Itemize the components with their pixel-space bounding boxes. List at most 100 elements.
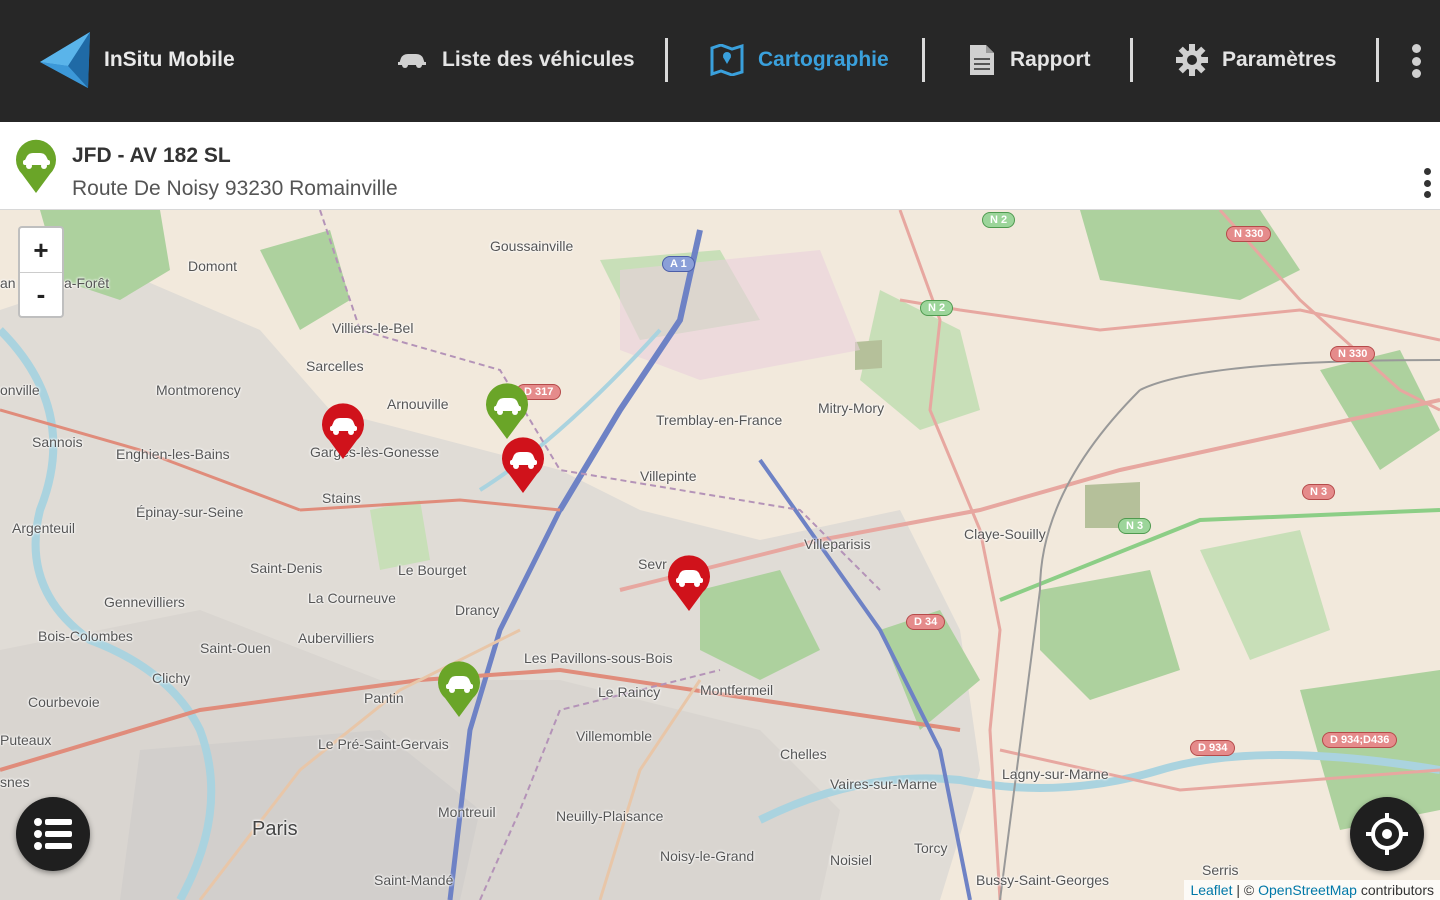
map-label: Noisiel (830, 852, 873, 868)
map-label: Montfermeil (700, 682, 774, 698)
map-attribution: Leaflet | © OpenStreetMap contributors (1184, 880, 1440, 900)
zoom-out-button[interactable]: - (20, 272, 62, 316)
document-icon (968, 44, 996, 76)
road-shield: N 2 (982, 212, 1016, 228)
road-shield: N 3 (1118, 518, 1152, 534)
nav-settings[interactable]: Paramètres (1176, 36, 1336, 84)
map-label: an (0, 275, 16, 291)
map-label: Courbevoie (28, 694, 100, 710)
map-label: Serris (1202, 862, 1239, 878)
map-label: Domont (188, 258, 238, 274)
top-app-bar: InSitu Mobile Liste des véhicules Cartog… (0, 0, 1440, 122)
attribution-separator: | © (1232, 882, 1259, 898)
road-shield: N 3 (1302, 484, 1336, 500)
map-label: Sannois (32, 434, 83, 450)
map-label: Arnouville (387, 396, 449, 412)
vehicle-menu-icon[interactable] (1422, 168, 1432, 198)
map-view[interactable]: Goussainville Domont a-Forêt an Villiers… (0, 210, 1440, 900)
map-label: Chelles (780, 746, 827, 762)
map-label: Paris (252, 818, 298, 840)
road-shield: D 934;D436 (1322, 732, 1398, 748)
gear-icon (1176, 44, 1208, 76)
map-label: Gennevilliers (104, 594, 185, 610)
map-label: Torcy (914, 840, 948, 856)
map-label: Argenteuil (12, 520, 76, 536)
map-label: Puteaux (0, 732, 52, 748)
map-label: Tremblay-en-France (656, 412, 783, 428)
crosshair-icon (1366, 813, 1408, 855)
map-label: Mitry-Mory (818, 400, 885, 416)
road-shield: D 34 (906, 614, 946, 630)
nav-divider (1130, 38, 1133, 82)
zoom-control: + - (18, 226, 64, 318)
map-label: Vaires-sur-Marne (830, 776, 938, 792)
map-label: Bois-Colombes (38, 628, 133, 644)
map-label: Bussy-Saint-Georges (976, 872, 1110, 888)
selected-vehicle-bar[interactable]: JFD - AV 182 SL Route De Noisy 93230 Rom… (0, 122, 1440, 210)
nav-divider (922, 38, 925, 82)
map-label: Épinay-sur-Seine (136, 504, 244, 520)
app-name: InSitu Mobile (104, 48, 235, 71)
nav-settings-label: Paramètres (1222, 48, 1337, 71)
map-label: Le Pré-Saint-Gervais (318, 736, 449, 752)
nav-map-label: Cartographie (758, 48, 889, 71)
vehicle-marker-stopped[interactable] (500, 436, 546, 494)
nav-report[interactable]: Rapport (968, 36, 1091, 84)
road-shield: N 330 (1330, 346, 1376, 362)
openstreetmap-link[interactable]: OpenStreetMap (1258, 882, 1357, 898)
map-label: Villiers-le-Bel (332, 320, 414, 336)
map-icon (710, 44, 744, 76)
vehicle-marker-stopped[interactable] (666, 554, 712, 612)
map-label: Goussainville (490, 238, 574, 254)
map-label: snes (0, 774, 30, 790)
vehicle-marker-moving[interactable] (484, 382, 530, 440)
vehicle-address: Route De Noisy 93230 Romainville (72, 177, 398, 200)
nav-divider (665, 38, 668, 82)
map-label: Sevr (638, 556, 667, 572)
map-label: Stains (322, 490, 361, 506)
leaflet-link[interactable]: Leaflet (1190, 882, 1232, 898)
map-label: Montmorency (156, 382, 241, 398)
vehicle-marker-stopped[interactable] (320, 402, 366, 460)
map-label: Montreuil (438, 804, 496, 820)
map-label: Villemomble (576, 728, 652, 744)
map-label: La Courneuve (308, 590, 396, 606)
car-icon (396, 51, 428, 69)
vehicle-status-marker-icon (16, 139, 56, 193)
overflow-menu-icon[interactable] (1410, 44, 1422, 78)
map-label: Saint-Denis (250, 560, 323, 576)
vehicle-title: JFD - AV 182 SL (72, 144, 231, 167)
list-icon (34, 818, 72, 850)
map-label: Lagny-sur-Marne (1002, 766, 1109, 782)
zoom-in-button[interactable]: + (20, 228, 62, 272)
vehicle-list-fab[interactable] (16, 797, 90, 871)
map-label: Saint-Ouen (200, 640, 271, 656)
map-label: Pantin (364, 690, 404, 706)
map-label: Drancy (455, 602, 500, 618)
nav-map[interactable]: Cartographie (710, 36, 889, 84)
nav-vehicle-list[interactable]: Liste des véhicules (396, 36, 635, 84)
map-label: Le Raincy (598, 684, 661, 700)
map-label: Enghien-les-Bains (116, 446, 230, 462)
brand[interactable]: InSitu Mobile (38, 30, 235, 90)
road-shield: A 1 (662, 256, 695, 272)
map-label: a-Forêt (64, 275, 110, 291)
map-label: Claye-Souilly (964, 526, 1046, 542)
map-label: Les Pavillons-sous-Bois (524, 650, 673, 666)
vehicle-marker-moving[interactable] (436, 660, 482, 718)
road-shield: D 934 (1190, 740, 1236, 756)
locate-fab[interactable] (1350, 797, 1424, 871)
nav-vehicle-list-label: Liste des véhicules (442, 48, 635, 71)
attribution-contributors: contributors (1356, 882, 1434, 898)
nav-divider (1376, 38, 1379, 82)
map-label: Villepinte (640, 468, 697, 484)
road-shield: N 330 (1226, 226, 1272, 242)
map-label: Saint-Mandé (374, 872, 454, 888)
nav-report-label: Rapport (1010, 48, 1091, 71)
map-tiles (0, 210, 1440, 900)
map-label: Villeparisis (804, 536, 871, 552)
map-label: Noisy-le-Grand (660, 848, 755, 864)
map-label: onville (0, 382, 40, 398)
map-label: Le Bourget (398, 562, 467, 578)
map-label: Clichy (152, 670, 191, 686)
